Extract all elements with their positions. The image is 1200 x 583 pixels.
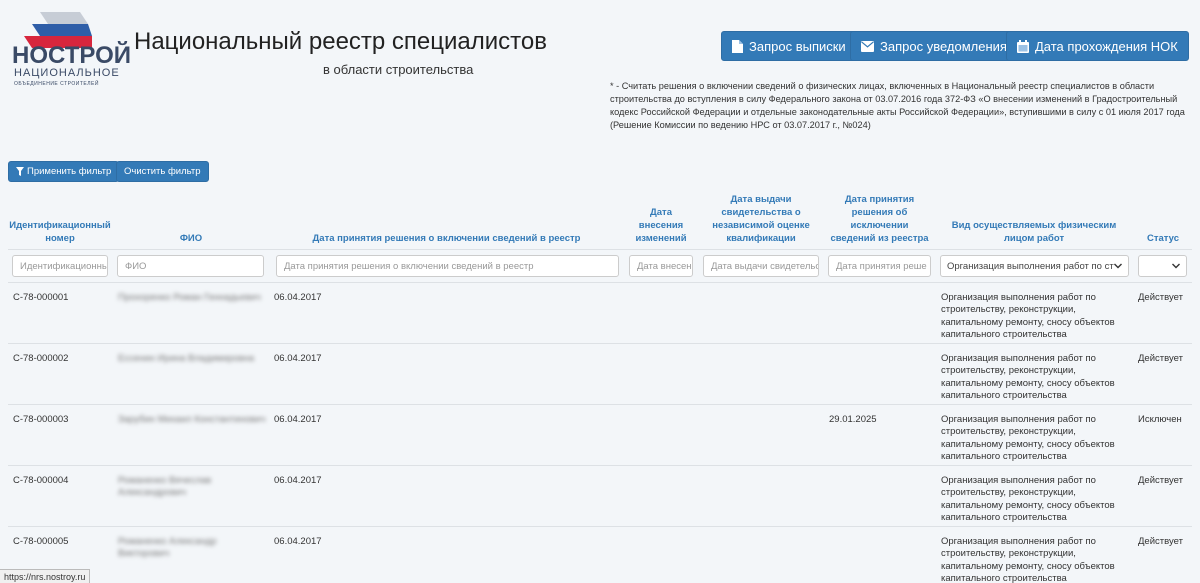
cell-fio: Зарубин Михаил Константинович: [118, 414, 266, 425]
nok-date-button[interactable]: Дата прохождения НОК: [1006, 31, 1189, 61]
envelope-icon: [861, 40, 874, 52]
cell-activity: Организация выполнения работ по строител…: [941, 475, 1115, 524]
cell-fio: Романенко Александр Викторович: [118, 536, 217, 560]
request-extract-button[interactable]: Запрос выписки: [721, 31, 857, 61]
cell-fio: Романенко Вячеслав Александрович: [118, 475, 212, 499]
header-divider: [8, 249, 1192, 250]
cell-status: Действует: [1138, 475, 1183, 486]
cell-include-date: 06.04.2017: [274, 475, 322, 486]
include-date-filter-input[interactable]: Дата принятия решения о включении сведен…: [276, 255, 619, 277]
column-header-exclude-date[interactable]: Дата принятия решения об исключении свед…: [828, 193, 931, 245]
change-date-filter-input[interactable]: Дата внесен: [629, 255, 693, 277]
cell-id: С-78-000005: [13, 536, 69, 547]
cell-activity: Организация выполнения работ по строител…: [941, 536, 1115, 583]
browser-status-url: https://nrs.nostroy.ru: [0, 569, 91, 583]
table-row[interactable]: С-78-000003 Зарубин Михаил Константинович…: [8, 405, 1192, 466]
column-header-activity[interactable]: Вид осуществляемых физическим лицом рабо…: [938, 193, 1130, 245]
activity-filter-select[interactable]: Организация выполнения работ по стр: [940, 255, 1129, 277]
cell-activity: Организация выполнения работ по строител…: [941, 414, 1115, 463]
column-header-status[interactable]: Статус: [1138, 193, 1188, 245]
calendar-icon: [1017, 39, 1029, 53]
column-header-fio[interactable]: ФИО: [118, 193, 264, 245]
apply-filter-label: Применить фильтр: [27, 166, 112, 177]
clear-filter-button[interactable]: Очистить фильтр: [116, 161, 209, 182]
cell-include-date: 06.04.2017: [274, 353, 322, 364]
cell-include-date: 06.04.2017: [274, 536, 322, 547]
column-header-id[interactable]: Идентификационный номер: [9, 193, 110, 245]
page-title: Национальный реестр специалистов: [134, 28, 547, 55]
logo-tagline: ОБЪЕДИНЕНИЕ СТРОИТЕЛЕЙ: [14, 81, 99, 87]
cell-activity: Организация выполнения работ по строител…: [941, 353, 1115, 402]
filter-icon: [16, 167, 24, 176]
request-extract-label: Запрос выписки: [749, 38, 846, 54]
cert-date-filter-input[interactable]: Дата выдачи свидетельс: [703, 255, 819, 277]
table-row[interactable]: С-78-000004 Романенко Вячеслав Александро…: [8, 466, 1192, 527]
cell-fio: Ессенин Ирина Владимировна: [118, 353, 255, 364]
chevron-down-icon: [1114, 263, 1122, 269]
request-notification-button[interactable]: Запрос уведомления: [850, 31, 1018, 61]
nostroy-logo[interactable]: НОСТРОЙ НАЦИОНАЛЬНОЕ ОБЪЕДИНЕНИЕ СТРОИТЕ…: [12, 12, 131, 90]
cell-include-date: 06.04.2017: [274, 292, 322, 303]
cell-activity: Организация выполнения работ по строител…: [941, 292, 1115, 341]
page-subtitle: в области строительства: [323, 62, 474, 77]
cell-status: Действует: [1138, 536, 1183, 547]
cell-id: С-78-000003: [13, 414, 69, 425]
cell-id: С-78-000001: [13, 292, 69, 303]
column-header-include-date[interactable]: Дата принятия решения о включении сведен…: [274, 193, 619, 245]
file-icon: [732, 39, 743, 53]
logo-subtitle: НАЦИОНАЛЬНОЕ: [14, 67, 120, 79]
cell-status: Действует: [1138, 292, 1183, 303]
column-header-change-date[interactable]: Дата внесения изменений: [629, 193, 693, 245]
cell-id: С-78-000002: [13, 353, 69, 364]
request-notification-label: Запрос уведомления: [880, 38, 1007, 54]
registry-note: * - Считать решения о включении сведений…: [610, 81, 1185, 130]
chevron-down-icon: [1172, 263, 1180, 269]
column-header-cert-date[interactable]: Дата выдачи свидетельства о независимой …: [703, 193, 819, 245]
table-row[interactable]: С-78-000005 Романенко Александр Викторови…: [8, 527, 1192, 583]
apply-filter-button[interactable]: Применить фильтр: [8, 161, 120, 182]
cell-exclude-date: 29.01.2025: [829, 414, 877, 425]
logo-title: НОСТРОЙ: [12, 42, 132, 69]
cell-fio: Прохоренко Роман Геннадьевич: [118, 292, 261, 303]
fio-filter-input[interactable]: ФИО: [117, 255, 264, 277]
id-filter-input[interactable]: Идентификационный: [12, 255, 108, 277]
cell-id: С-78-000004: [13, 475, 69, 486]
table-row[interactable]: С-78-000002 Ессенин Ирина Владимировна 06.…: [8, 344, 1192, 405]
clear-filter-label: Очистить фильтр: [124, 166, 201, 177]
status-filter-select[interactable]: [1138, 255, 1187, 277]
table-row[interactable]: С-78-000001 Прохоренко Роман Геннадьевич 0…: [8, 283, 1192, 344]
exclude-date-filter-input[interactable]: Дата принятия реше: [828, 255, 931, 277]
nok-date-label: Дата прохождения НОК: [1035, 38, 1178, 54]
cell-include-date: 06.04.2017: [274, 414, 322, 425]
cell-status: Действует: [1138, 353, 1183, 364]
cell-status: Исключен: [1138, 414, 1182, 425]
